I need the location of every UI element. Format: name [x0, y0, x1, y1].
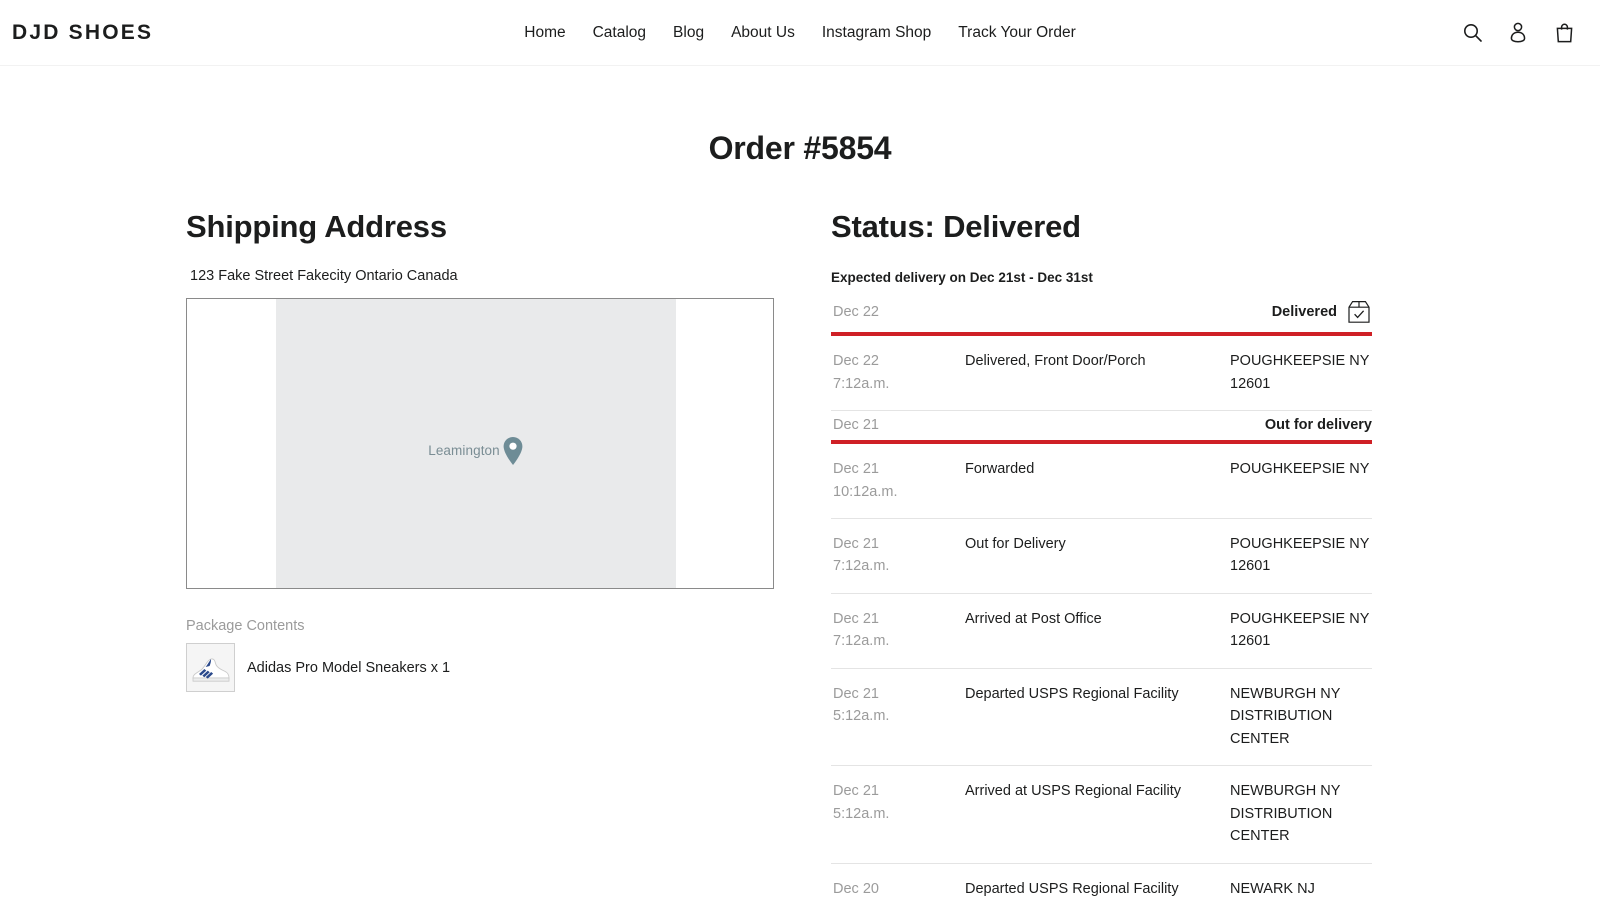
- shipping-address-section: Shipping Address 123 Fake Street Fakecit…: [186, 210, 831, 900]
- event-date: Dec 22: [833, 350, 965, 372]
- main-navigation: Home Catalog Blog About Us Instagram Sho…: [524, 25, 1075, 41]
- event-description: Departed USPS Regional Facility: [965, 683, 1230, 750]
- timeline-row: Dec 20 10:12p.m. Departed USPS Regional …: [831, 864, 1372, 900]
- event-location: NEWBURGH NY DISTRIBUTION CENTER: [1230, 683, 1372, 750]
- event-location: POUGHKEEPSIE NY 12601: [1230, 608, 1372, 653]
- event-location: NEWARK NJ DISTRIBUTION: [1230, 878, 1372, 900]
- event-date: Dec 21: [833, 608, 965, 630]
- shipping-address-heading: Shipping Address: [186, 210, 831, 244]
- main-content: Shipping Address 123 Fake Street Fakecit…: [0, 210, 1600, 900]
- event-description: Out for Delivery: [965, 533, 1230, 578]
- site-header: DJD SHOES Home Catalog Blog About Us Ins…: [0, 0, 1600, 66]
- event-date: Dec 21: [833, 458, 965, 480]
- header-icon-group: [1460, 20, 1580, 46]
- shipping-address-text: 123 Fake Street Fakecity Ontario Canada: [190, 268, 831, 284]
- timeline-milestone: Dec 21 Out for delivery: [831, 411, 1372, 444]
- event-datetime: Dec 21 5:12a.m.: [833, 683, 965, 750]
- event-datetime: Dec 21 10:12a.m.: [833, 458, 965, 503]
- expected-delivery-text: Expected delivery on Dec 21st - Dec 31st: [831, 270, 1376, 285]
- status-heading: Status: Delivered: [831, 210, 1376, 244]
- nav-item-home[interactable]: Home: [524, 25, 565, 41]
- search-icon[interactable]: [1460, 20, 1484, 46]
- event-location: POUGHKEEPSIE NY 12601: [1230, 533, 1372, 578]
- package-item: Adidas Pro Model Sneakers x 1: [186, 643, 831, 692]
- nav-item-track-your-order[interactable]: Track Your Order: [958, 25, 1075, 41]
- event-location: POUGHKEEPSIE NY: [1230, 458, 1372, 503]
- account-icon[interactable]: [1506, 20, 1530, 46]
- event-time: 7:12a.m.: [833, 555, 965, 577]
- event-datetime: Dec 21 5:12a.m.: [833, 780, 965, 847]
- page-title: Order #5854: [0, 130, 1600, 167]
- map-place-label: Leamington: [428, 443, 500, 458]
- nav-item-about-us[interactable]: About Us: [731, 25, 795, 41]
- event-datetime: Dec 20 10:12p.m.: [833, 878, 965, 900]
- product-thumbnail[interactable]: [186, 643, 235, 692]
- site-logo[interactable]: DJD SHOES: [8, 21, 153, 45]
- milestone-label: Out for delivery: [1265, 417, 1372, 433]
- event-time: 7:12a.m.: [833, 630, 965, 652]
- event-datetime: Dec 21 7:12a.m.: [833, 533, 965, 578]
- shipping-map[interactable]: Leamington: [186, 298, 774, 589]
- cart-icon[interactable]: [1552, 20, 1576, 46]
- package-contents-heading: Package Contents: [186, 618, 831, 634]
- event-datetime: Dec 21 7:12a.m.: [833, 608, 965, 653]
- map-marker-group: Leamington: [187, 299, 774, 589]
- event-time: 5:12a.m.: [833, 705, 965, 727]
- event-time: 5:12a.m.: [833, 803, 965, 825]
- timeline-milestone: Dec 22 Delivered: [831, 293, 1372, 336]
- nav-item-blog[interactable]: Blog: [673, 25, 704, 41]
- event-description: Delivered, Front Door/Porch: [965, 350, 1230, 395]
- event-date: Dec 21: [833, 780, 965, 802]
- event-description: Arrived at Post Office: [965, 608, 1230, 653]
- event-date: Dec 21: [833, 683, 965, 705]
- timeline-row: Dec 21 7:12a.m. Out for Delivery POUGHKE…: [831, 519, 1372, 594]
- milestone-date: Dec 22: [833, 304, 879, 320]
- event-date: Dec 20: [833, 878, 965, 900]
- package-item-label: Adidas Pro Model Sneakers x 1: [247, 660, 450, 676]
- timeline-row: Dec 21 5:12a.m. Arrived at USPS Regional…: [831, 766, 1372, 863]
- map-pin-icon: [502, 436, 524, 466]
- event-location: NEWBURGH NY DISTRIBUTION CENTER: [1230, 780, 1372, 847]
- tracking-timeline: Dec 22 Delivered Dec 22: [831, 293, 1372, 900]
- nav-item-instagram-shop[interactable]: Instagram Shop: [822, 25, 931, 41]
- event-location: POUGHKEEPSIE NY 12601: [1230, 350, 1372, 395]
- event-description: Forwarded: [965, 458, 1230, 503]
- timeline-row: Dec 22 7:12a.m. Delivered, Front Door/Po…: [831, 336, 1372, 411]
- event-time: 10:12a.m.: [833, 481, 965, 503]
- milestone-label: Delivered: [1272, 304, 1337, 320]
- event-datetime: Dec 22 7:12a.m.: [833, 350, 965, 395]
- nav-item-catalog[interactable]: Catalog: [593, 25, 646, 41]
- event-date: Dec 21: [833, 533, 965, 555]
- timeline-row: Dec 21 10:12a.m. Forwarded POUGHKEEPSIE …: [831, 444, 1372, 519]
- event-time: 7:12a.m.: [833, 373, 965, 395]
- timeline-row: Dec 21 7:12a.m. Arrived at Post Office P…: [831, 594, 1372, 669]
- package-check-icon: [1346, 299, 1372, 325]
- timeline-row: Dec 21 5:12a.m. Departed USPS Regional F…: [831, 669, 1372, 766]
- event-description: Arrived at USPS Regional Facility: [965, 780, 1230, 847]
- milestone-date: Dec 21: [833, 417, 879, 433]
- order-status-section: Status: Delivered Expected delivery on D…: [831, 210, 1376, 900]
- event-description: Departed USPS Regional Facility: [965, 878, 1230, 900]
